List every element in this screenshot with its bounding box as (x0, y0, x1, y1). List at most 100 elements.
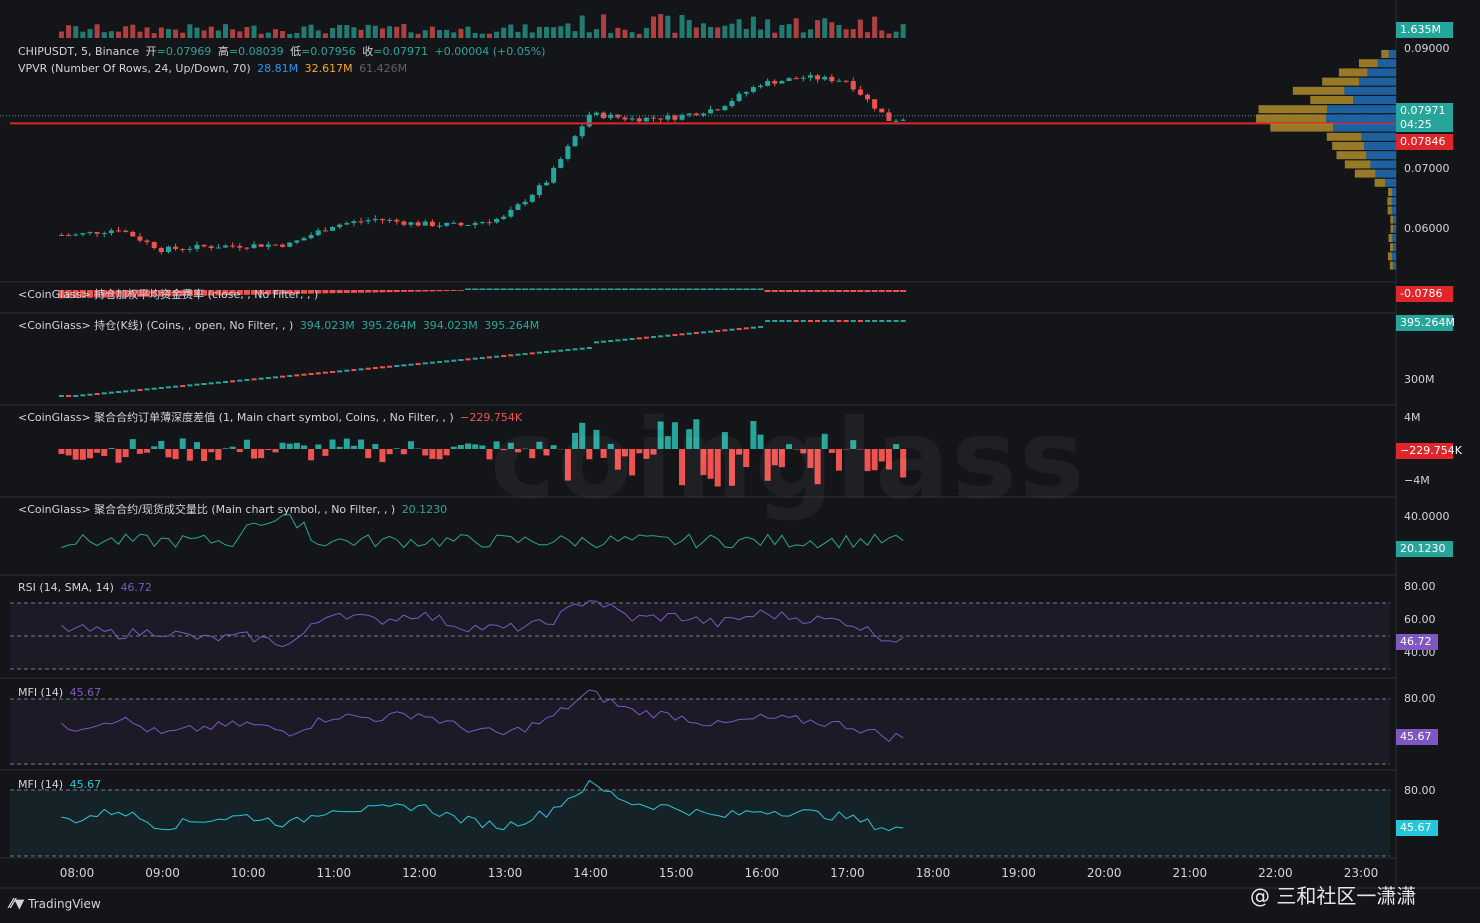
depth-bar (393, 448, 400, 449)
rsi-axis-60: 60.00 (1404, 613, 1436, 626)
funding-bar (564, 288, 571, 290)
oi-candle (786, 320, 792, 322)
candle-body (494, 218, 500, 223)
vpvr-down-bar (1322, 77, 1360, 86)
oi-candle (415, 363, 421, 366)
volume-bar (715, 27, 721, 38)
vpvr-up-bar (1375, 169, 1396, 178)
funding-bar (629, 288, 636, 290)
volume-bar (793, 18, 799, 38)
vpvr-up-bar (1366, 151, 1396, 160)
vpvr-up-bar (1393, 243, 1396, 252)
volume-bar (815, 20, 821, 38)
candle-body (843, 80, 849, 82)
rsi-badge: 46.72 (1396, 634, 1438, 650)
candle-body (793, 78, 799, 80)
volume-bar (187, 24, 193, 38)
funding-bar (450, 290, 457, 291)
oi-candle (144, 388, 150, 391)
vpvr-up-bar (1385, 178, 1396, 187)
oi-candle (572, 348, 578, 351)
oi-candle (750, 326, 756, 329)
volume-bar (379, 28, 385, 38)
oi-candle (165, 386, 171, 389)
depth-bar (372, 443, 379, 449)
volume-bar (58, 31, 64, 38)
oi-candle (244, 379, 250, 382)
vpvr-total: 61.426M (359, 62, 408, 75)
candle-body (872, 99, 878, 109)
funding-bar (900, 290, 907, 292)
funding-bar (671, 288, 678, 290)
oi-candle (251, 378, 257, 381)
volume-bar (736, 19, 742, 38)
volume-bar (693, 27, 699, 38)
vpvr-down-bar (1381, 50, 1389, 58)
candle-body (372, 218, 378, 221)
oi-candle (444, 360, 450, 363)
candle-body (465, 224, 471, 226)
candle-body (486, 222, 492, 224)
depth-bar (308, 449, 315, 461)
vpvr-down-bar (1390, 243, 1394, 252)
time-tick: 22:00 (1258, 866, 1293, 880)
volume-bar (651, 16, 657, 38)
funding-bar (522, 288, 529, 290)
candle-body (258, 244, 264, 247)
oi-candle (636, 337, 642, 340)
oi-candle (180, 385, 186, 388)
candle-body (415, 222, 421, 226)
funding-legend: <CoinGlass> 持仓加权平均资金费率 (close, , No Filt… (18, 288, 319, 301)
ratio-legend: <CoinGlass> 聚合合约/现货成交量比 (Main chart symb… (18, 503, 448, 516)
vpvr-up-bar (1327, 105, 1396, 114)
candle-body (529, 194, 535, 202)
oi-axis: 300M (1404, 373, 1435, 386)
candle-body (572, 136, 578, 147)
oi-candle (643, 336, 649, 339)
volume-bar (401, 24, 407, 38)
funding-bar (586, 288, 593, 290)
funding-bar (857, 290, 864, 292)
depth-bar (279, 442, 286, 449)
funding-bar (764, 290, 771, 292)
candle-body (679, 114, 685, 120)
candle-body (94, 232, 100, 234)
volume-bar (743, 28, 749, 38)
depth-axis-bottom: −4M (1404, 474, 1430, 487)
oi-legend: <CoinGlass> 持仓(K线) (Coins, , open, No Fi… (18, 319, 540, 332)
funding-bar (358, 290, 365, 293)
funding-bar (457, 290, 464, 291)
volume-bar (458, 28, 464, 38)
oi-candle (294, 374, 300, 377)
funding-bar (878, 290, 885, 292)
candle-body (401, 221, 407, 225)
funding-bar (721, 288, 728, 290)
volume-bar (408, 32, 414, 38)
candle-body (365, 220, 371, 222)
volume-bar (201, 30, 207, 38)
oi-candle (593, 341, 599, 344)
vpvr-up: 28.81M (257, 62, 299, 75)
depth-bar (272, 449, 279, 453)
depth-bar (122, 449, 129, 458)
funding-bar (479, 288, 486, 290)
vpvr-down-bar (1358, 59, 1378, 68)
rsi-axis-80: 80.00 (1404, 580, 1436, 593)
oi-candle (857, 320, 863, 322)
oi-candle (201, 383, 207, 386)
volume-bar (522, 24, 528, 38)
volume-bar (294, 32, 300, 38)
oi-candle (758, 326, 764, 329)
volume-bar (529, 32, 535, 38)
depth-bar (443, 449, 450, 456)
oi-candle (551, 350, 557, 353)
funding-bar (686, 288, 693, 290)
oi-candle (344, 369, 350, 372)
depth-bar (229, 446, 236, 449)
volume-bar (658, 14, 664, 38)
candle-body (643, 117, 649, 122)
volume-bar (515, 31, 521, 38)
candle-body (772, 80, 778, 84)
vpvr-down-bar (1388, 188, 1393, 196)
depth-bar (265, 449, 272, 451)
